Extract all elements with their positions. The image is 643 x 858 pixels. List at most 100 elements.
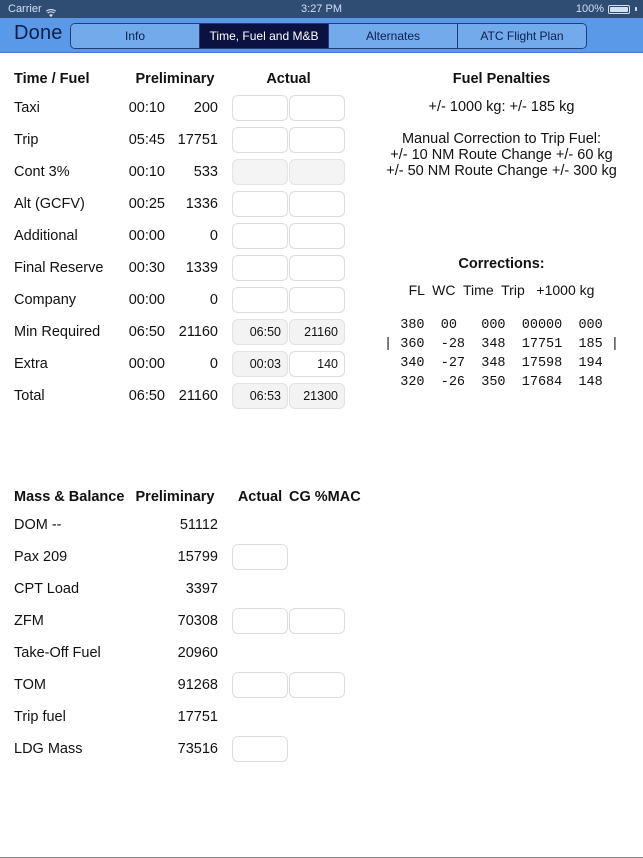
mb-row-label: TOM [14, 677, 46, 693]
mb-actual-input[interactable] [232, 736, 288, 762]
fuel-actual-time-input[interactable] [232, 255, 288, 281]
fuel-row-prelim-fuel: 0 [209, 356, 218, 372]
tab-segmented-control[interactable]: Info Time, Fuel and M&B Alternates ATC F… [70, 23, 587, 49]
fuel-row-prelim-fuel: 17751 [177, 132, 218, 148]
fuel-row-prelim-fuel: 21160 [178, 388, 218, 404]
fuel-row-prelim-fuel: 1336 [185, 196, 218, 212]
fuel-actual-fuel-input[interactable] [289, 127, 345, 153]
done-button[interactable]: Done [14, 22, 63, 45]
status-bar: Carrier 3:27 PM 100% [0, 0, 643, 18]
battery-full-icon [608, 4, 630, 14]
mb-actual-input[interactable] [232, 672, 288, 698]
mb-cg-input[interactable] [289, 608, 345, 634]
mb-row-prelim: 17751 [177, 709, 218, 725]
fuel-actual-time-input[interactable]: 00:03 [232, 351, 288, 377]
fuel-row-label: Min Required [14, 324, 101, 340]
battery-cap-icon [635, 7, 637, 11]
navigation-bar: Done Info Time, Fuel and M&B Alternates … [0, 18, 643, 53]
tab-atc-flight-plan[interactable]: ATC Flight Plan [458, 24, 586, 48]
fuel-row-label: Cont 3% [14, 164, 70, 180]
corrections-row: | 360 -28 348 17751 185 | [384, 337, 619, 352]
fuel-row-label: Taxi [14, 100, 40, 116]
fuel-row-prelim-fuel: 200 [193, 100, 218, 116]
fuel-row-label: Company [14, 292, 77, 308]
mb-row-prelim: 73516 [177, 741, 218, 757]
mb-header-cg: CG %MAC [289, 489, 361, 505]
fuel-header-label: Time / Fuel [14, 71, 90, 87]
fuel-actual-fuel-input [289, 159, 345, 185]
mb-row-prelim: 91268 [177, 677, 218, 693]
status-bar-time: 3:27 PM [301, 3, 342, 15]
fuel-actual-time-input[interactable] [232, 191, 288, 217]
fuel-row-prelim-time: 00:00 [128, 228, 165, 244]
fuel-row-label: Alt (GCFV) [14, 196, 85, 212]
fuel-row-prelim-time: 00:30 [128, 260, 165, 276]
fuel-row-prelim-time: 00:10 [128, 100, 165, 116]
battery-percent-label: 100% [575, 3, 604, 15]
fuel-actual-fuel-input[interactable] [289, 255, 345, 281]
mb-cg-input[interactable] [289, 672, 345, 698]
corrections-row: 380 00 000 00000 000 [384, 318, 619, 333]
mb-row-label: DOM -- [14, 517, 62, 533]
mb-row-label: Take-Off Fuel [14, 645, 101, 661]
fuel-actual-fuel-input[interactable] [289, 287, 345, 313]
tab-info[interactable]: Info [71, 24, 200, 48]
manual-correction-line-1: +/- 10 NM Route Change +/- 60 kg [390, 147, 613, 163]
mb-row-label: Pax 209 [14, 549, 68, 565]
manual-correction-title: Manual Correction to Trip Fuel: [401, 131, 602, 147]
fuel-row-label: Total [14, 388, 45, 404]
fuel-actual-fuel-input[interactable] [289, 223, 345, 249]
mb-row-label: LDG Mass [14, 741, 83, 757]
fuel-actual-time-input[interactable] [232, 223, 288, 249]
mb-row-prelim: 20960 [177, 645, 218, 661]
fuel-actual-fuel-input[interactable]: 140 [289, 351, 345, 377]
fuel-actual-fuel-input: 21160 [289, 319, 345, 345]
corrections-row: 340 -27 348 17598 194 [384, 356, 619, 371]
fuel-actual-fuel-input[interactable] [289, 191, 345, 217]
mb-row-label: CPT Load [14, 581, 80, 597]
fuel-actual-fuel-input[interactable] [289, 95, 345, 121]
mb-actual-input[interactable] [232, 608, 288, 634]
fuel-header-actual: Actual [266, 71, 311, 87]
corrections-title: Corrections: [458, 256, 545, 272]
fuel-row-prelim-time: 00:00 [128, 292, 165, 308]
fuel-actual-time-input[interactable] [232, 127, 288, 153]
fuel-row-label: Trip [14, 132, 39, 148]
fuel-actual-time-input [232, 159, 288, 185]
fuel-row-prelim-fuel: 0 [209, 292, 218, 308]
mb-row-prelim: 51112 [179, 517, 218, 533]
fuel-row-label: Extra [14, 356, 48, 372]
fuel-row-prelim-time: 00:00 [128, 356, 165, 372]
fuel-row-prelim-time: 00:25 [128, 196, 165, 212]
mb-header-label: Mass & Balance [14, 489, 125, 505]
flight-plan-screen: Carrier 3:27 PM 100% Done Info Time, Fue… [0, 0, 643, 858]
corrections-column-headers: FL WC Time Trip +1000 kg [408, 282, 595, 298]
manual-correction-line-2: +/- 50 NM Route Change +/- 300 kg [386, 163, 617, 179]
tab-alternates[interactable]: Alternates [329, 24, 458, 48]
fuel-row-label: Final Reserve [14, 260, 104, 276]
fuel-actual-time-input[interactable] [232, 287, 288, 313]
fuel-row-label: Additional [14, 228, 78, 244]
fuel-actual-time-input[interactable] [232, 95, 288, 121]
fuel-row-prelim-fuel: 1339 [185, 260, 218, 276]
corrections-row: 320 -26 350 17684 148 [384, 375, 619, 390]
mb-actual-input[interactable] [232, 544, 288, 570]
mb-row-prelim: 15799 [177, 549, 218, 565]
fuel-row-prelim-fuel: 21160 [178, 324, 218, 340]
mb-row-label: Trip fuel [14, 709, 66, 725]
fuel-row-prelim-time: 06:50 [128, 324, 165, 340]
fuel-actual-time-input: 06:50 [232, 319, 288, 345]
fuel-row-prelim-fuel: 533 [193, 164, 218, 180]
tab-time-fuel-mb[interactable]: Time, Fuel and M&B [200, 24, 329, 48]
status-bar-right: 100% [576, 0, 637, 18]
fuel-row-prelim-fuel: 0 [209, 228, 218, 244]
fuel-row-prelim-time: 05:45 [128, 132, 165, 148]
fuel-actual-time-input: 06:53 [232, 383, 288, 409]
fuel-row-prelim-time: 00:10 [128, 164, 165, 180]
fuel-header-preliminary: Preliminary [135, 71, 215, 87]
mb-row-label: ZFM [14, 613, 44, 629]
fuel-penalty-line: +/- 1000 kg: +/- 185 kg [428, 99, 575, 115]
mb-row-prelim: 3397 [185, 581, 218, 597]
mb-header-preliminary: Preliminary [135, 489, 215, 505]
fuel-penalties-title: Fuel Penalties [452, 71, 551, 87]
